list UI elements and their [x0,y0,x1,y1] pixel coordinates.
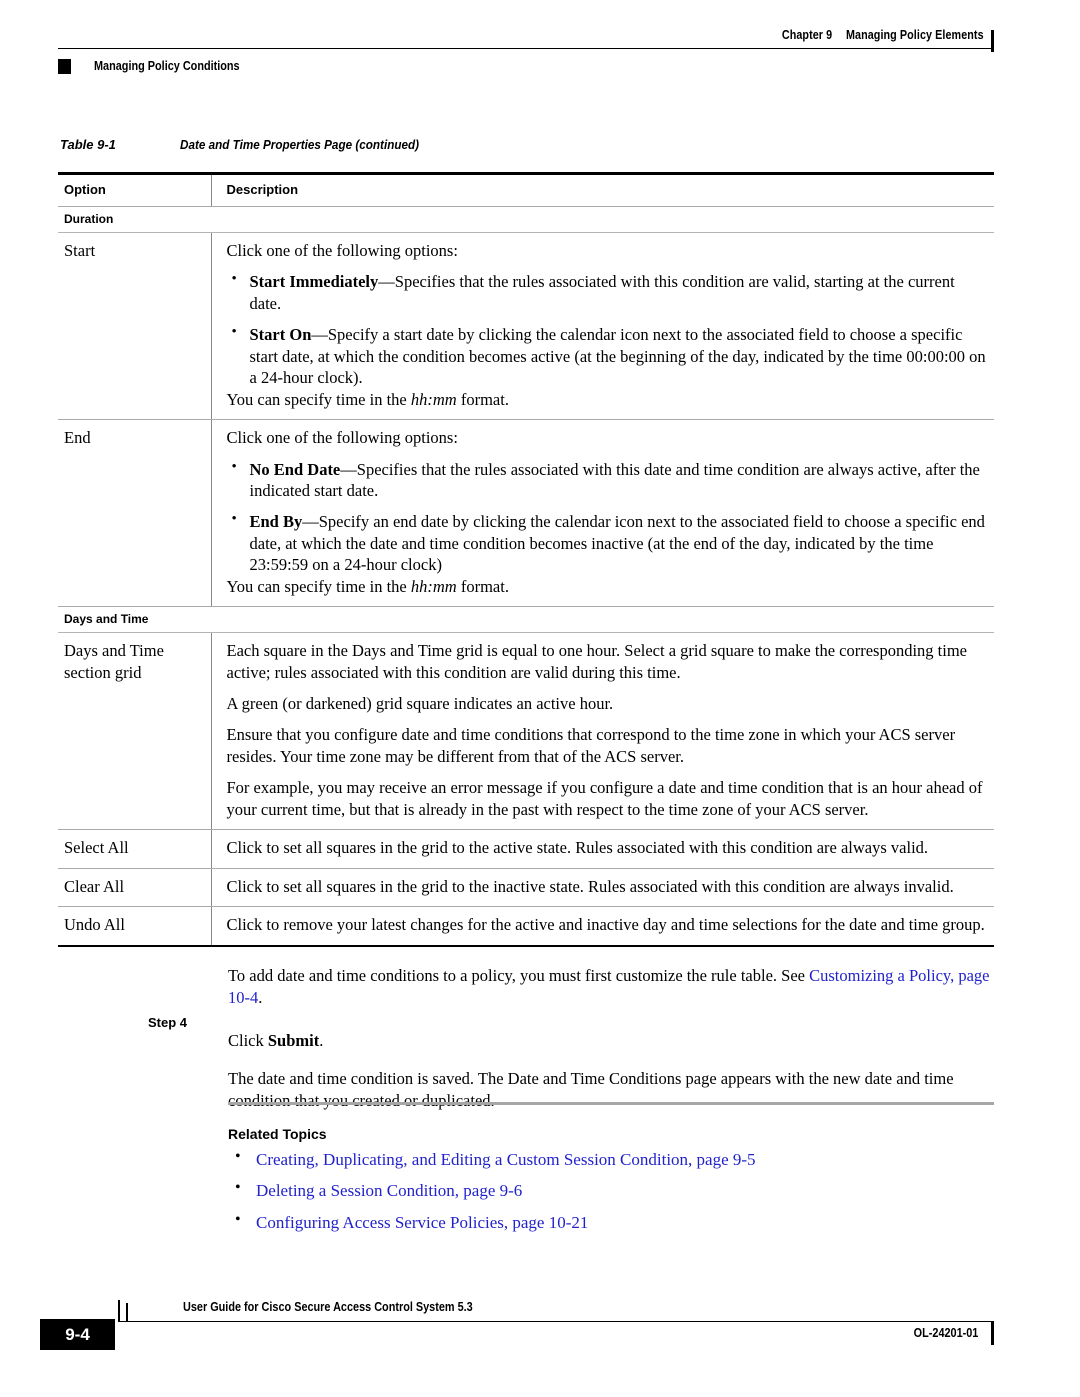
step-label: Step 4 [148,1015,188,1030]
related-topics-list: Creating, Duplicating, and Editing a Cus… [228,1147,994,1233]
end-outro-prefix: You can specify time in the [226,576,411,596]
table-header-row: Option Description [58,172,994,207]
section-label-duration: Duration [58,206,994,233]
step-content: Click Submit. The date and time conditio… [228,1030,994,1112]
section-separator-rule [228,1102,994,1105]
paragraph: For example, you may receive an error me… [226,778,983,819]
footer-guide-title: User Guide for Cisco Secure Access Contr… [183,1300,473,1314]
step-instruction: Click Submit. [228,1030,994,1052]
step-text-after: . [319,1030,324,1050]
header-section: Managing Policy Conditions [58,53,261,79]
time-format-value: hh:mm [410,389,457,409]
related-topic-link-3[interactable]: Configuring Access Service Policies, pag… [256,1213,588,1232]
row-description-days-and-time-grid: Each square in the Days and Time grid is… [210,632,994,831]
start-outro: You can specify time in the hh:mm format… [227,389,989,410]
footer-right-tick [991,1321,994,1345]
row-description-select-all: Click to set all squares in the grid to … [210,829,994,869]
row-description-start: Click one of the following options: Star… [210,232,994,421]
start-intro: Click one of the following options: [226,241,458,260]
row-option-select-all: Select All [58,829,211,869]
step-4-block: Step 4 Click Submit. The date and time c… [148,1013,994,1128]
end-bullet-list: No End Date—Specifies that the rules ass… [227,458,989,576]
table-section-header-days-and-time: Days and Time [58,606,994,634]
list-item: No End Date—Specifies that the rules ass… [227,458,989,502]
column-header-option: Option [58,172,211,207]
footer-rule [118,1321,994,1322]
header-chapter-title: Managing Policy Elements [846,28,984,42]
paragraph: A green (or darkened) grid square indica… [226,694,614,713]
row-option-clear-all: Clear All [58,868,211,908]
row-description-undo-all: Click to remove your latest changes for … [210,906,994,947]
start-outro-prefix: You can specify time in the [226,389,411,409]
related-topics-section: Related Topics Creating, Duplicating, an… [228,1126,994,1243]
paragraph: Each square in the Days and Time grid is… [226,641,968,682]
bullet-text: —Specify an end date by clicking the cal… [249,512,985,575]
page-footer: User Guide for Cisco Secure Access Contr… [40,1300,994,1360]
header-chapter-line: Chapter 9 Managing Policy Elements [782,28,984,42]
time-format-literal: hh:mm [411,577,457,596]
footer-page-number: 9-4 [40,1319,115,1350]
related-topics-title: Related Topics [228,1126,327,1142]
related-topic-link-1[interactable]: Creating, Duplicating, and Editing a Cus… [256,1150,756,1169]
start-outro-suffix: format. [456,389,509,409]
bullet-text: —Specifies that the rules associated wit… [249,459,980,500]
list-item: Start Immediately—Specifies that the rul… [227,270,989,314]
row-option-end: End [58,419,211,608]
table-row: Clear All Click to set all squares in th… [58,868,994,908]
end-outro-suffix: format. [456,576,509,596]
footer-doc-id: OL-24201-01 [913,1326,978,1340]
row-option-days-and-time-grid: Days and Time section grid [58,632,211,831]
intro-paragraph: To add date and time conditions to a pol… [228,965,994,1009]
column-header-description: Description [210,172,994,207]
start-bullet-list: Start Immediately—Specifies that the rul… [227,270,989,388]
bullet-text: —Specify a start date by clicking the ca… [249,325,986,388]
table-row: Undo All Click to remove your latest cha… [58,906,994,947]
end-intro: Click one of the following options: [226,428,458,448]
step-text-before: Click [228,1030,268,1050]
intro-text: To add date and time conditions to a pol… [228,966,810,985]
table-row: Start Click one of the following options… [58,232,994,421]
paragraph: Ensure that you configure date and time … [226,725,956,766]
paragraph: Click to set all squares in the grid to … [226,838,929,858]
row-description-clear-all: Click to set all squares in the grid to … [210,868,994,908]
table-row: Select All Click to set all squares in t… [58,829,994,869]
list-item: Creating, Duplicating, and Editing a Cus… [228,1147,994,1170]
table-caption-number: Table 9-1 [60,137,116,152]
intro-period: . [258,987,263,1007]
row-option-undo-all: Undo All [58,906,211,947]
time-format-literal: hh:mm [411,390,457,409]
table-section-header-duration: Duration [58,206,994,233]
bullet-lead: No End Date [249,459,341,479]
end-outro: You can specify time in the hh:mm format… [227,576,989,597]
table-row: End Click one of the following options: … [58,419,994,608]
section-label-days-and-time: Days and Time [58,606,994,634]
bullet-lead: Start On [249,325,312,345]
header-section-label: Managing Policy Conditions [94,59,240,73]
table-row: Days and Time section grid Each square i… [58,632,994,831]
related-topic-link-2[interactable]: Deleting a Session Condition, page 9-6 [256,1181,522,1200]
header-rule [58,48,994,49]
header-chapter-number: Chapter 9 [782,28,833,42]
submit-bold-label: Submit [267,1030,320,1050]
row-option-start: Start [58,232,211,421]
post-table-intro: To add date and time conditions to a pol… [228,965,994,1009]
bullet-lead: Start Immediately [249,272,379,292]
list-item: Start On—Specify a start date by clickin… [227,323,989,388]
square-bullet-icon [58,58,71,74]
time-format-value: hh:mm [410,576,457,596]
list-item: Deleting a Session Condition, page 9-6 [228,1178,994,1201]
paragraph: Click to set all squares in the grid to … [226,876,954,896]
list-item: Configuring Access Service Policies, pag… [228,1209,994,1233]
bullet-lead: End By [249,512,303,532]
date-time-properties-table: Option Description Duration Start Click … [58,172,994,947]
table-caption-title: Date and Time Properties Page (continued… [180,137,420,152]
row-description-end: Click one of the following options: No E… [210,419,994,608]
table-caption: Table 9-1 Date and Time Properties Page (… [60,137,446,152]
list-item: End By—Specify an end date by clicking t… [227,510,989,575]
footer-left-tick [118,1300,120,1322]
page-header: Chapter 9 Managing Policy Elements Managi… [58,28,994,86]
footer-left-tick-2 [126,1303,128,1322]
paragraph: Click to remove your latest changes for … [226,915,985,935]
